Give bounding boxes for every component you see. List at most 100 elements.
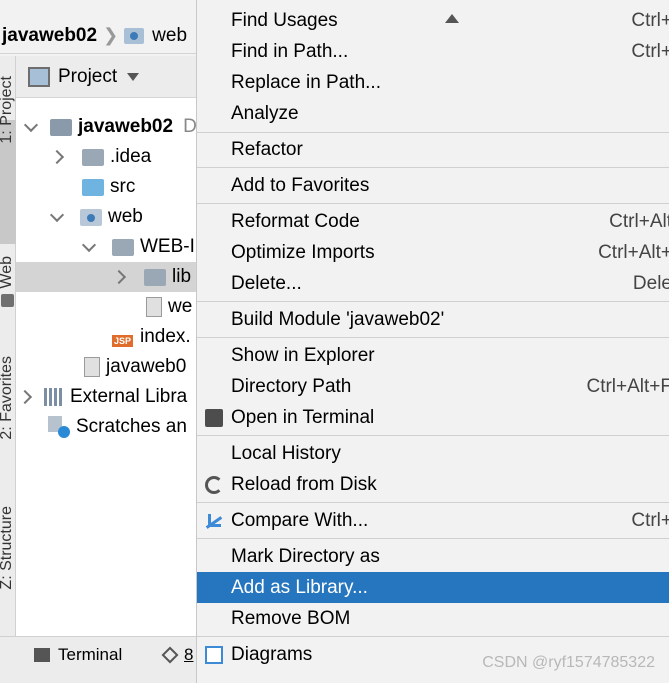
terminal-tab[interactable]: Terminal: [34, 645, 122, 665]
menu-item-shortcut: Ctrl+: [631, 9, 669, 31]
tool-window-web[interactable]: Web: [0, 256, 16, 289]
breadcrumb: javaweb02 ❯ web: [0, 18, 200, 54]
next-tool-tab[interactable]: 8: [161, 645, 194, 665]
next-tool-label: 8: [184, 645, 194, 664]
tool-window-favorites[interactable]: 2: Favorites: [0, 356, 16, 440]
menu-item-optimize-imports[interactable]: Optimize Imports Ctrl+Alt+: [197, 237, 669, 268]
menu-item-label: Optimize Imports: [231, 241, 375, 263]
tree-item-label: web: [108, 206, 143, 227]
menu-item-label: Local History: [231, 442, 341, 464]
breadcrumb-folder[interactable]: web: [152, 25, 187, 47]
menu-separator: [197, 337, 669, 338]
menu-item-shortcut: Ctrl+: [631, 40, 669, 62]
menu-separator: [197, 502, 669, 503]
tree-item-lib[interactable]: lib: [16, 262, 200, 292]
services-icon: [161, 646, 179, 664]
tool-window-project[interactable]: 1: Project: [0, 76, 16, 144]
project-panel-header: Project: [16, 56, 200, 98]
module-folder-icon: [50, 118, 72, 136]
menu-item-find-in-path[interactable]: Find in Path... Ctrl+: [197, 36, 669, 67]
tree-item-label: src: [110, 176, 136, 197]
menu-item-shortcut: Ctrl+Alt+F: [586, 375, 669, 397]
menu-item-add-as-library[interactable]: Add as Library...: [197, 572, 669, 603]
module-file-icon: [84, 357, 100, 377]
tree-item-scratches[interactable]: Scratches an: [16, 412, 200, 442]
tree-item-external-libraries[interactable]: External Libra: [16, 382, 200, 412]
menu-item-compare-with[interactable]: Compare With... Ctrl+: [197, 505, 669, 536]
left-tool-strip: 1: Project Web 2: Favorites Z: Structure: [0, 56, 16, 636]
tree-item-index-jsp[interactable]: JSP index.: [16, 322, 200, 352]
tree-item-web-xml[interactable]: we: [16, 292, 200, 322]
tree-item-label: javaweb02: [78, 116, 174, 137]
chevron-down-icon[interactable]: [23, 117, 39, 132]
chevron-down-icon[interactable]: [49, 207, 65, 222]
menu-item-local-history[interactable]: Local History: [197, 438, 669, 469]
tree-item-iml[interactable]: javaweb0: [16, 352, 200, 382]
tree-item-label: we: [168, 296, 193, 317]
libraries-icon: [44, 388, 64, 406]
tree-item-web-inf[interactable]: WEB-I: [16, 232, 200, 262]
menu-item-add-to-favorites[interactable]: Add to Favorites: [197, 170, 669, 201]
chevron-right-icon[interactable]: [49, 149, 65, 165]
terminal-icon: [34, 648, 50, 662]
tree-item-label: lib: [172, 266, 192, 287]
folder-icon: [144, 268, 166, 286]
menu-item-shortcut: Ctrl+: [631, 509, 669, 531]
menu-item-label: Show in Explorer: [231, 344, 375, 366]
menu-item-find-usages[interactable]: Find Usages Ctrl+: [197, 5, 669, 36]
tree-item-javaweb02[interactable]: javaweb02 D: [16, 112, 200, 142]
menu-item-label: Compare With...: [231, 509, 369, 531]
project-panel: Project javaweb02 D .idea src web WEB-I …: [16, 56, 200, 636]
menu-item-shortcut: Ctrl+Alt: [609, 210, 669, 232]
breadcrumb-separator-icon: ❯: [103, 25, 119, 45]
menu-item-mark-directory-as[interactable]: Mark Directory as: [197, 541, 669, 572]
chevron-down-icon[interactable]: [127, 72, 140, 81]
folder-icon: [112, 238, 134, 256]
menu-item-delete[interactable]: Delete... Dele: [197, 268, 669, 299]
tree-item-src[interactable]: src: [16, 172, 200, 202]
tree-item-label: .idea: [110, 146, 152, 167]
menu-separator: [197, 636, 669, 637]
scratches-icon: [48, 416, 70, 438]
project-view-title[interactable]: Project: [58, 66, 117, 88]
menu-separator: [197, 203, 669, 204]
terminal-label: Terminal: [58, 645, 123, 664]
menu-item-analyze[interactable]: Analyze: [197, 98, 669, 129]
menu-item-reload-from-disk[interactable]: Reload from Disk: [197, 469, 669, 500]
reload-icon: [205, 475, 223, 494]
watermark: CSDN @ryf1574785322: [482, 654, 655, 671]
diagram-icon: [205, 645, 223, 664]
context-menu: Find Usages Ctrl+ Find in Path... Ctrl+ …: [196, 0, 669, 683]
menu-item-label: Add to Favorites: [231, 174, 370, 196]
menu-item-label: Diagrams: [231, 643, 313, 665]
menu-item-label: Add as Library...: [231, 576, 368, 598]
menu-item-build-module[interactable]: Build Module 'javaweb02': [197, 304, 669, 335]
folder-icon: [82, 148, 104, 166]
menu-separator: [197, 167, 669, 168]
compare-icon: [205, 512, 223, 530]
menu-item-open-in-terminal[interactable]: Open in Terminal: [197, 402, 669, 433]
menu-item-label: Replace in Path...: [231, 71, 381, 93]
menu-item-show-in-explorer[interactable]: Show in Explorer: [197, 340, 669, 371]
terminal-icon: [205, 408, 223, 427]
menu-item-replace-in-path[interactable]: Replace in Path...: [197, 67, 669, 98]
chevron-right-icon[interactable]: [111, 269, 127, 285]
menu-separator: [197, 435, 669, 436]
tree-item-label: index.: [140, 326, 191, 347]
menu-item-label: Remove BOM: [231, 607, 351, 629]
menu-item-refactor[interactable]: Refactor: [197, 134, 669, 165]
menu-item-label: Build Module 'javaweb02': [231, 308, 445, 330]
chevron-down-icon[interactable]: [81, 237, 97, 252]
tool-window-structure[interactable]: Z: Structure: [0, 506, 16, 590]
menu-item-reformat-code[interactable]: Reformat Code Ctrl+Alt: [197, 206, 669, 237]
tree-item-web[interactable]: web: [16, 202, 200, 232]
menu-item-label: Open in Terminal: [231, 406, 375, 428]
menu-item-directory-path[interactable]: Directory Path Ctrl+Alt+F: [197, 371, 669, 402]
tree-item-idea[interactable]: .idea: [16, 142, 200, 172]
menu-item-remove-bom[interactable]: Remove BOM: [197, 603, 669, 634]
chevron-right-icon[interactable]: [17, 389, 33, 405]
web-folder-icon: [80, 208, 102, 226]
menu-separator: [197, 538, 669, 539]
breadcrumb-project[interactable]: javaweb02: [0, 25, 97, 47]
menu-item-label: Mark Directory as: [231, 545, 380, 567]
